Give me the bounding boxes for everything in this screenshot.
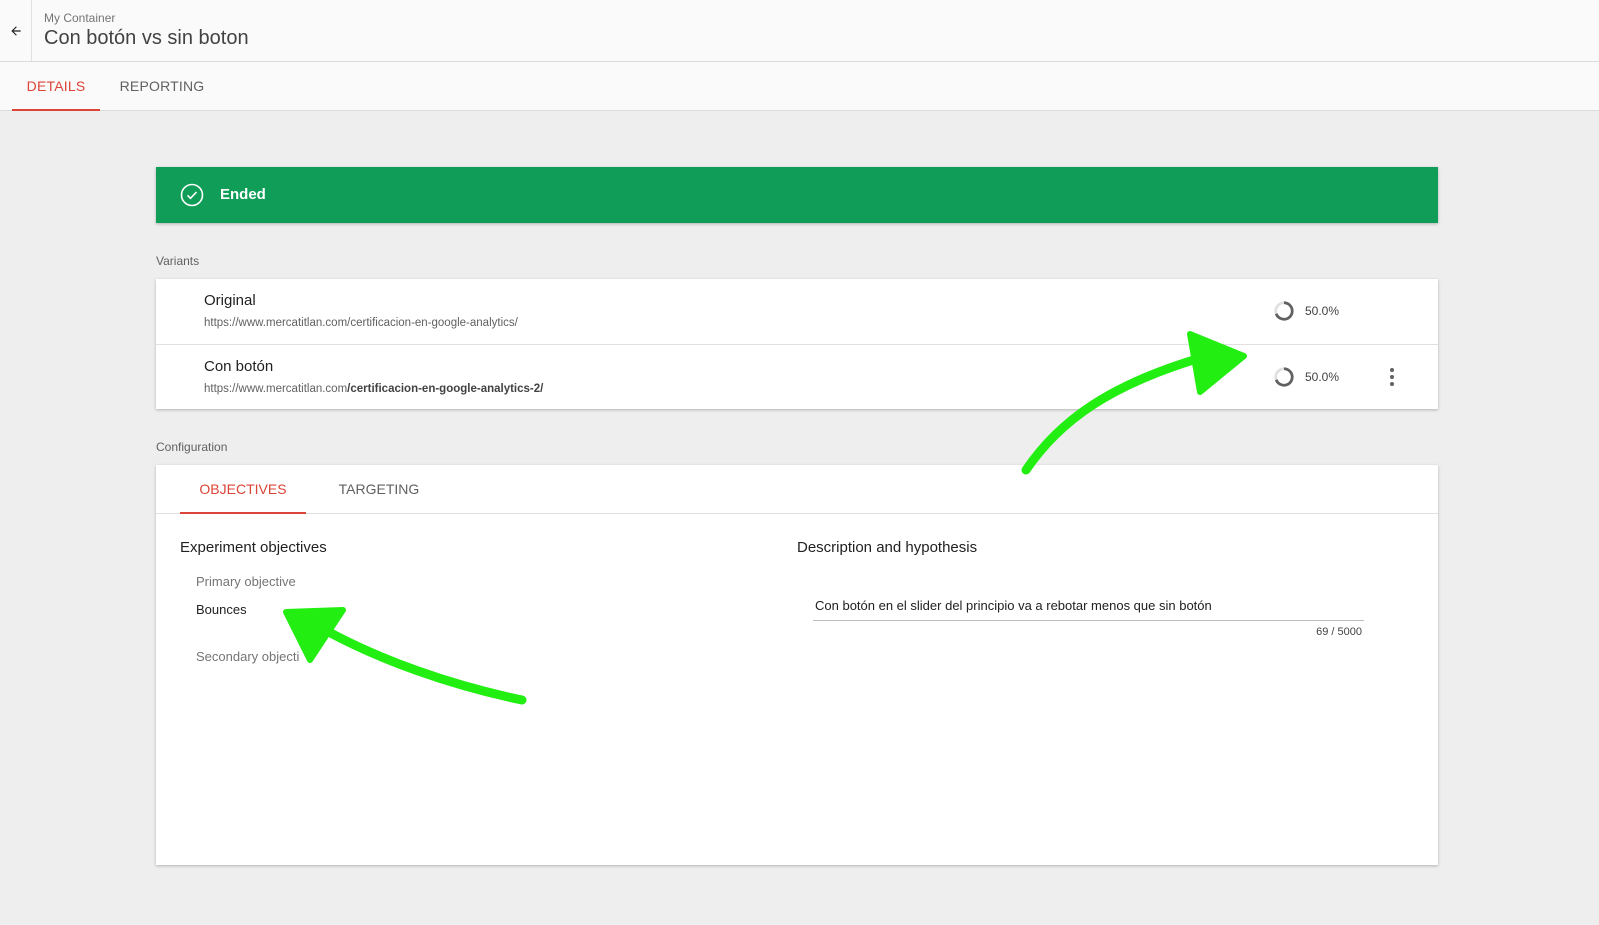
configuration-section-label: Configuration [156,440,228,454]
arrow-back-icon [10,25,21,36]
variant-url[interactable]: https://www.mercatitlan.com/certificacio… [204,383,543,395]
description-field[interactable]: Con botón en el slider del principio va … [815,598,1212,613]
back-button[interactable] [0,0,32,61]
configuration-tabs: OBJECTIVES TARGETING [156,465,1438,514]
variants-card: Original https://www.mercatitlan.com/cer… [156,279,1438,409]
variant-weight: 50.0% [1305,370,1340,384]
variant-url-base: https://www.mercatitlan.com [204,383,348,395]
page-title: Con botón vs sin boton [44,27,249,49]
variant-url-path: /certificacion-en-google-analytics/ [347,317,518,329]
description-underline [813,620,1364,621]
variants-section-label: Variants [156,254,200,268]
breadcrumb[interactable]: My Container [44,11,115,25]
variant-row-con-boton[interactable]: Con botón https://www.mercatitlan.com/ce… [156,344,1438,409]
tab-targeting[interactable]: TARGETING [318,465,440,513]
variant-name: Con botón [204,358,274,375]
description-title: Description and hypothesis [797,539,978,556]
variant-weight: 50.0% [1305,304,1340,318]
more-vert-icon[interactable] [1386,365,1398,389]
top-bar: My Container Con botón vs sin boton [0,0,1599,62]
check-circle-icon [180,183,204,207]
variant-name: Original [204,292,256,309]
page-tabs: DETAILS REPORTING [0,62,1599,111]
variant-url-path: /certificacion-en-google-analytics-2/ [347,383,544,395]
tab-details[interactable]: DETAILS [12,62,100,111]
variant-row-original[interactable]: Original https://www.mercatitlan.com/cer… [156,279,1438,343]
configuration-card: OBJECTIVES TARGETING Experiment objectiv… [156,465,1438,865]
objectives-title: Experiment objectives [180,539,327,556]
traffic-weight-ring-icon [1274,367,1294,387]
status-label: Ended [220,186,266,203]
secondary-objective-label: Secondary objecti [196,649,300,664]
primary-objective-value[interactable]: Bounces [196,602,247,617]
description-char-counter: 69 / 5000 [1316,626,1362,638]
variant-url-base: https://www.mercatitlan.com [204,317,348,329]
variant-url[interactable]: https://www.mercatitlan.com/certificacio… [204,317,518,329]
status-banner: Ended [156,167,1438,223]
tab-objectives[interactable]: OBJECTIVES [180,465,306,514]
tab-reporting[interactable]: REPORTING [112,62,212,110]
primary-objective-label: Primary objective [196,574,296,589]
traffic-weight-ring-icon [1274,301,1294,321]
